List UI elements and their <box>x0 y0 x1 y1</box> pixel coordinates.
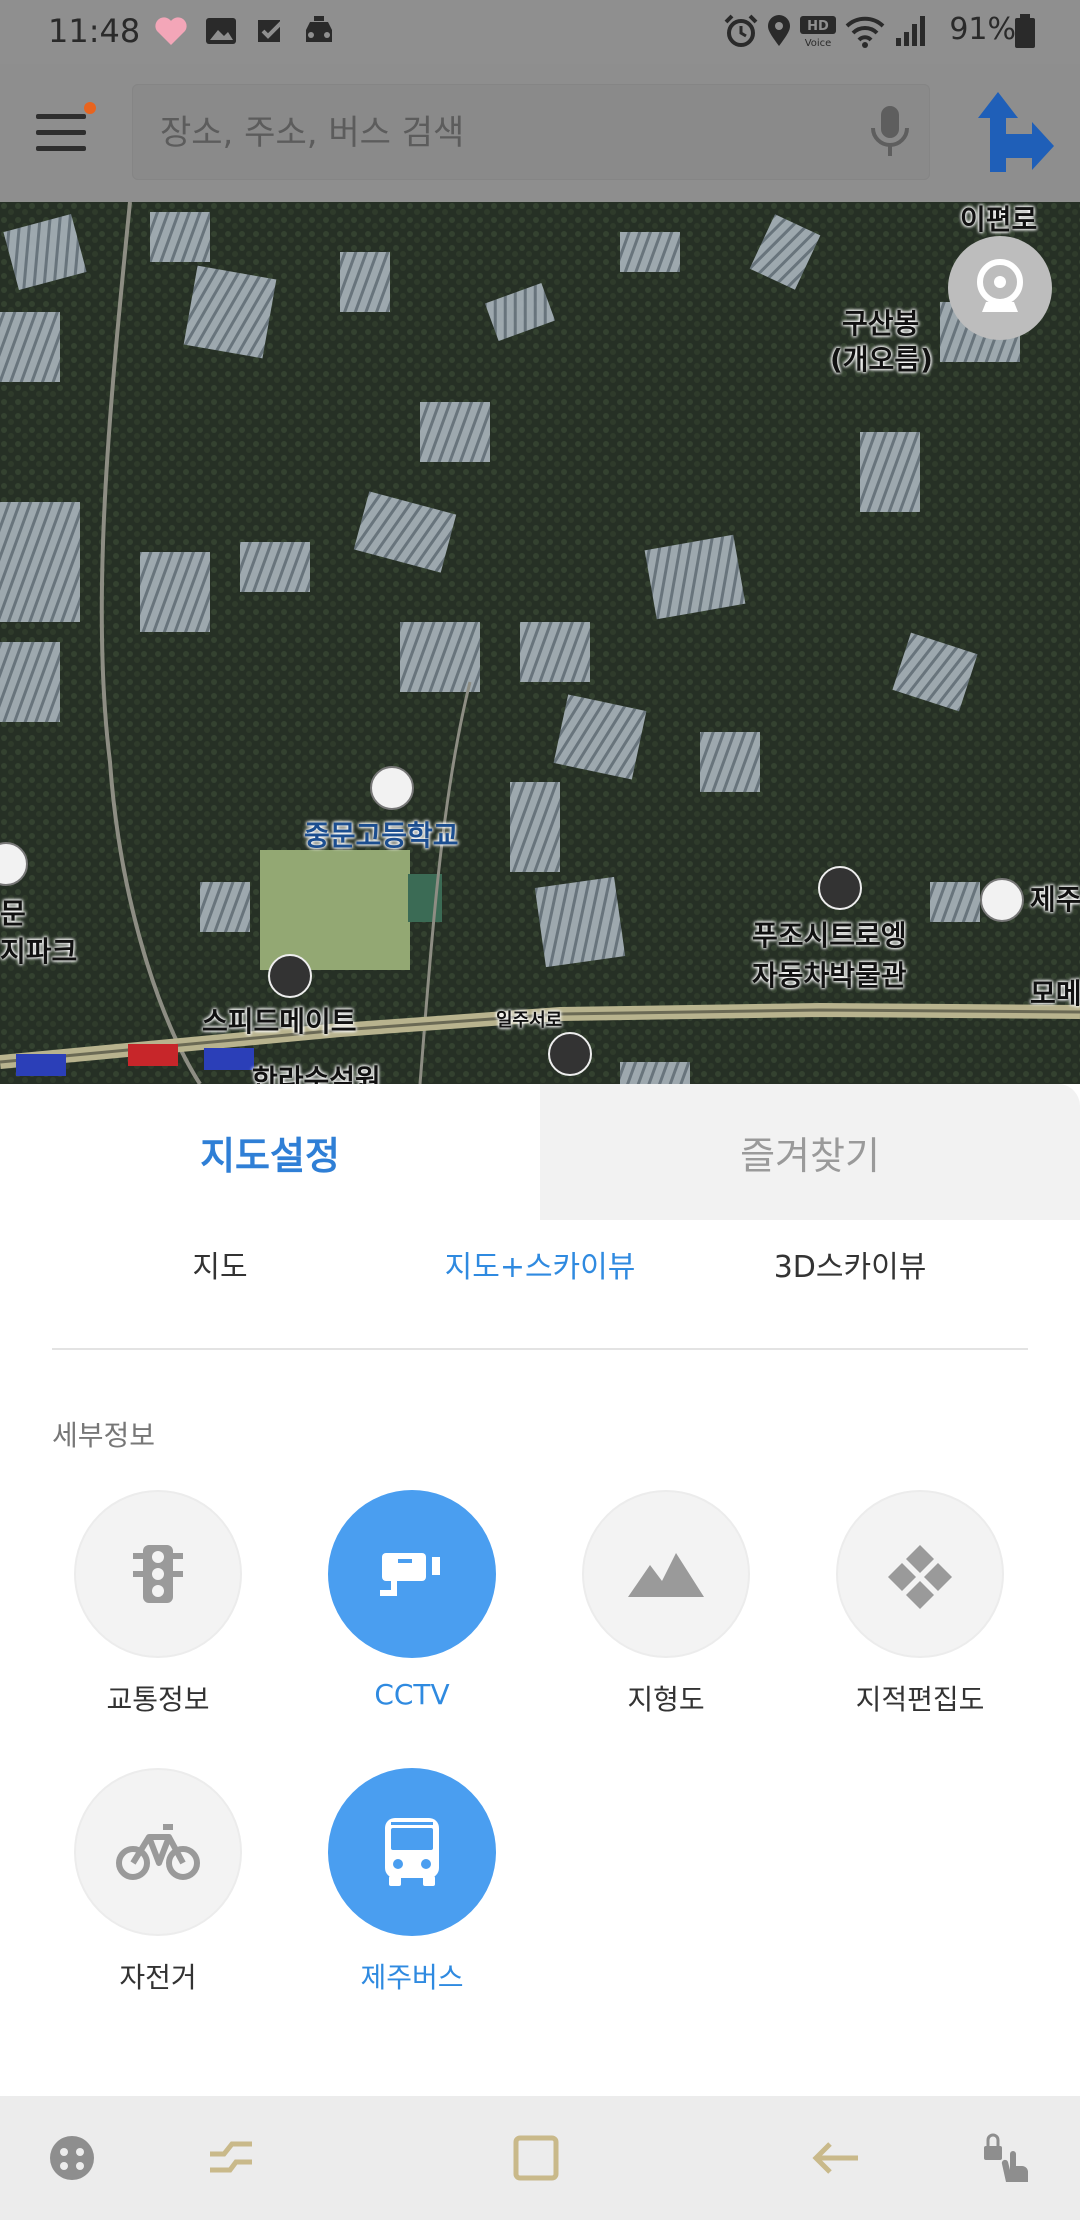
image-icon <box>206 18 236 44</box>
museum-poi-icon[interactable] <box>818 866 862 910</box>
option-traffic[interactable]: 교통정보 <box>31 1490 285 1718</box>
tab-map-settings[interactable]: 지도설정 <box>0 1084 540 1220</box>
option-bicycle-circle <box>74 1768 242 1936</box>
notification-dot <box>84 102 96 114</box>
battery-level: 91% <box>949 12 1016 47</box>
bicycle-icon <box>116 1824 200 1880</box>
top-search-bar <box>0 64 1080 202</box>
section-title-details: 세부정보 <box>52 1419 156 1452</box>
menu-icon-line <box>36 146 86 151</box>
map-type-3d-skyview[interactable]: 3D스카이뷰 <box>740 1234 960 1294</box>
location-icon <box>768 15 790 46</box>
navigation-bar <box>0 2096 1080 2220</box>
divider <box>52 1348 1028 1350</box>
option-terrain-label: 지형도 <box>627 1683 705 1716</box>
option-cadastral-label: 지적편집도 <box>855 1683 985 1716</box>
map-label-left-2: 지파크 <box>0 935 78 968</box>
option-cctv[interactable]: CCTV <box>285 1490 539 1711</box>
map-settings-panel: 지도설정 즐겨찾기 지도 지도+스카이뷰 3D스카이뷰 세부정보 교통정보 CC… <box>0 1084 1080 2096</box>
search-box[interactable] <box>132 84 930 182</box>
hd-voice-icon: HD Voice <box>800 16 836 49</box>
route-directions-icon[interactable] <box>966 88 1056 178</box>
wifi-icon <box>845 16 885 48</box>
status-time: 11:48 <box>48 12 141 50</box>
heart-icon <box>155 17 187 45</box>
map-label-top-right: 이편로 <box>960 203 1038 236</box>
option-traffic-label: 교통정보 <box>106 1683 210 1716</box>
option-jeju-bus[interactable]: 제주버스 <box>285 1768 539 1996</box>
map-label-bottom: 한라수석원 <box>252 1063 381 1084</box>
map-type-map-skyview[interactable]: 지도+스카이뷰 <box>420 1234 660 1294</box>
map-label-museum-2[interactable]: 자동차박물관 <box>752 954 907 994</box>
mountain-icon <box>628 1553 704 1597</box>
back-icon[interactable] <box>808 2130 864 2186</box>
touch-lock-icon[interactable] <box>980 2130 1036 2186</box>
home-icon[interactable] <box>508 2130 564 2186</box>
option-cctv-label: CCTV <box>374 1678 450 1711</box>
bus-icon <box>385 1818 439 1886</box>
taxi-icon <box>306 16 332 42</box>
traffic-light-icon <box>133 1545 183 1603</box>
map-label-museum-1[interactable]: 푸조시트로엥 <box>752 914 907 954</box>
menu-icon-line <box>36 130 86 135</box>
game-icon[interactable] <box>44 2130 100 2186</box>
wrench-poi-icon[interactable] <box>268 954 312 998</box>
option-jeju-bus-circle <box>328 1768 496 1936</box>
school-poi-icon[interactable] <box>370 766 414 810</box>
map-label-right-1: 제주 <box>1030 883 1080 916</box>
poi-right-icon[interactable] <box>980 878 1024 922</box>
map-type-map[interactable]: 지도 <box>130 1234 310 1294</box>
gas-station-poi-icon[interactable] <box>548 1032 592 1076</box>
battery-icon <box>1015 14 1035 48</box>
option-terrain[interactable]: 지형도 <box>539 1490 793 1718</box>
cctv-icon <box>380 1553 440 1596</box>
option-traffic-circle <box>74 1490 242 1658</box>
option-cctv-circle <box>328 1490 496 1658</box>
option-terrain-circle <box>582 1490 750 1658</box>
cctv-view-button[interactable] <box>948 236 1052 340</box>
map-label-peak-sub: (개오름) <box>830 343 933 376</box>
microphone-icon[interactable] <box>864 104 916 160</box>
recents-icon[interactable] <box>204 2130 260 2186</box>
map-label-school[interactable]: 중문고등학교 <box>304 814 459 854</box>
option-bicycle[interactable]: 자전거 <box>31 1768 285 1996</box>
search-input[interactable] <box>158 84 842 182</box>
map-label-right-2: 모메 <box>1030 977 1080 1010</box>
alarm-icon <box>724 14 758 47</box>
status-bar: 11:48 HD Voice 91% <box>0 0 1080 64</box>
tab-favorites[interactable]: 즐겨찾기 <box>540 1084 1080 1220</box>
menu-icon <box>36 114 86 119</box>
svg-text:HD: HD <box>807 19 829 34</box>
map-label-left-1: 문 <box>0 897 26 930</box>
webcam-icon <box>977 259 1023 312</box>
checkbox-icon <box>258 16 288 42</box>
svg-text:Voice: Voice <box>805 38 832 49</box>
map-label-peak: 구산봉 <box>842 307 920 340</box>
signal-icon <box>896 16 925 46</box>
option-cadastral[interactable]: 지적편집도 <box>793 1490 1047 1718</box>
option-jeju-bus-label: 제주버스 <box>360 1961 464 1994</box>
option-cadastral-circle <box>836 1490 1004 1658</box>
cadastral-icon <box>888 1545 952 1609</box>
map-label-speedmate[interactable]: 스피드메이트 <box>202 1000 357 1040</box>
map-view[interactable]: 이편로 구산봉 (개오름) 중문고등학교 푸조시트로엥 자동차박물관 제주 모메… <box>0 202 1080 1084</box>
option-bicycle-label: 자전거 <box>119 1961 197 1994</box>
menu-button[interactable] <box>32 102 96 166</box>
map-label-road: 일주서로 <box>496 1010 563 1031</box>
